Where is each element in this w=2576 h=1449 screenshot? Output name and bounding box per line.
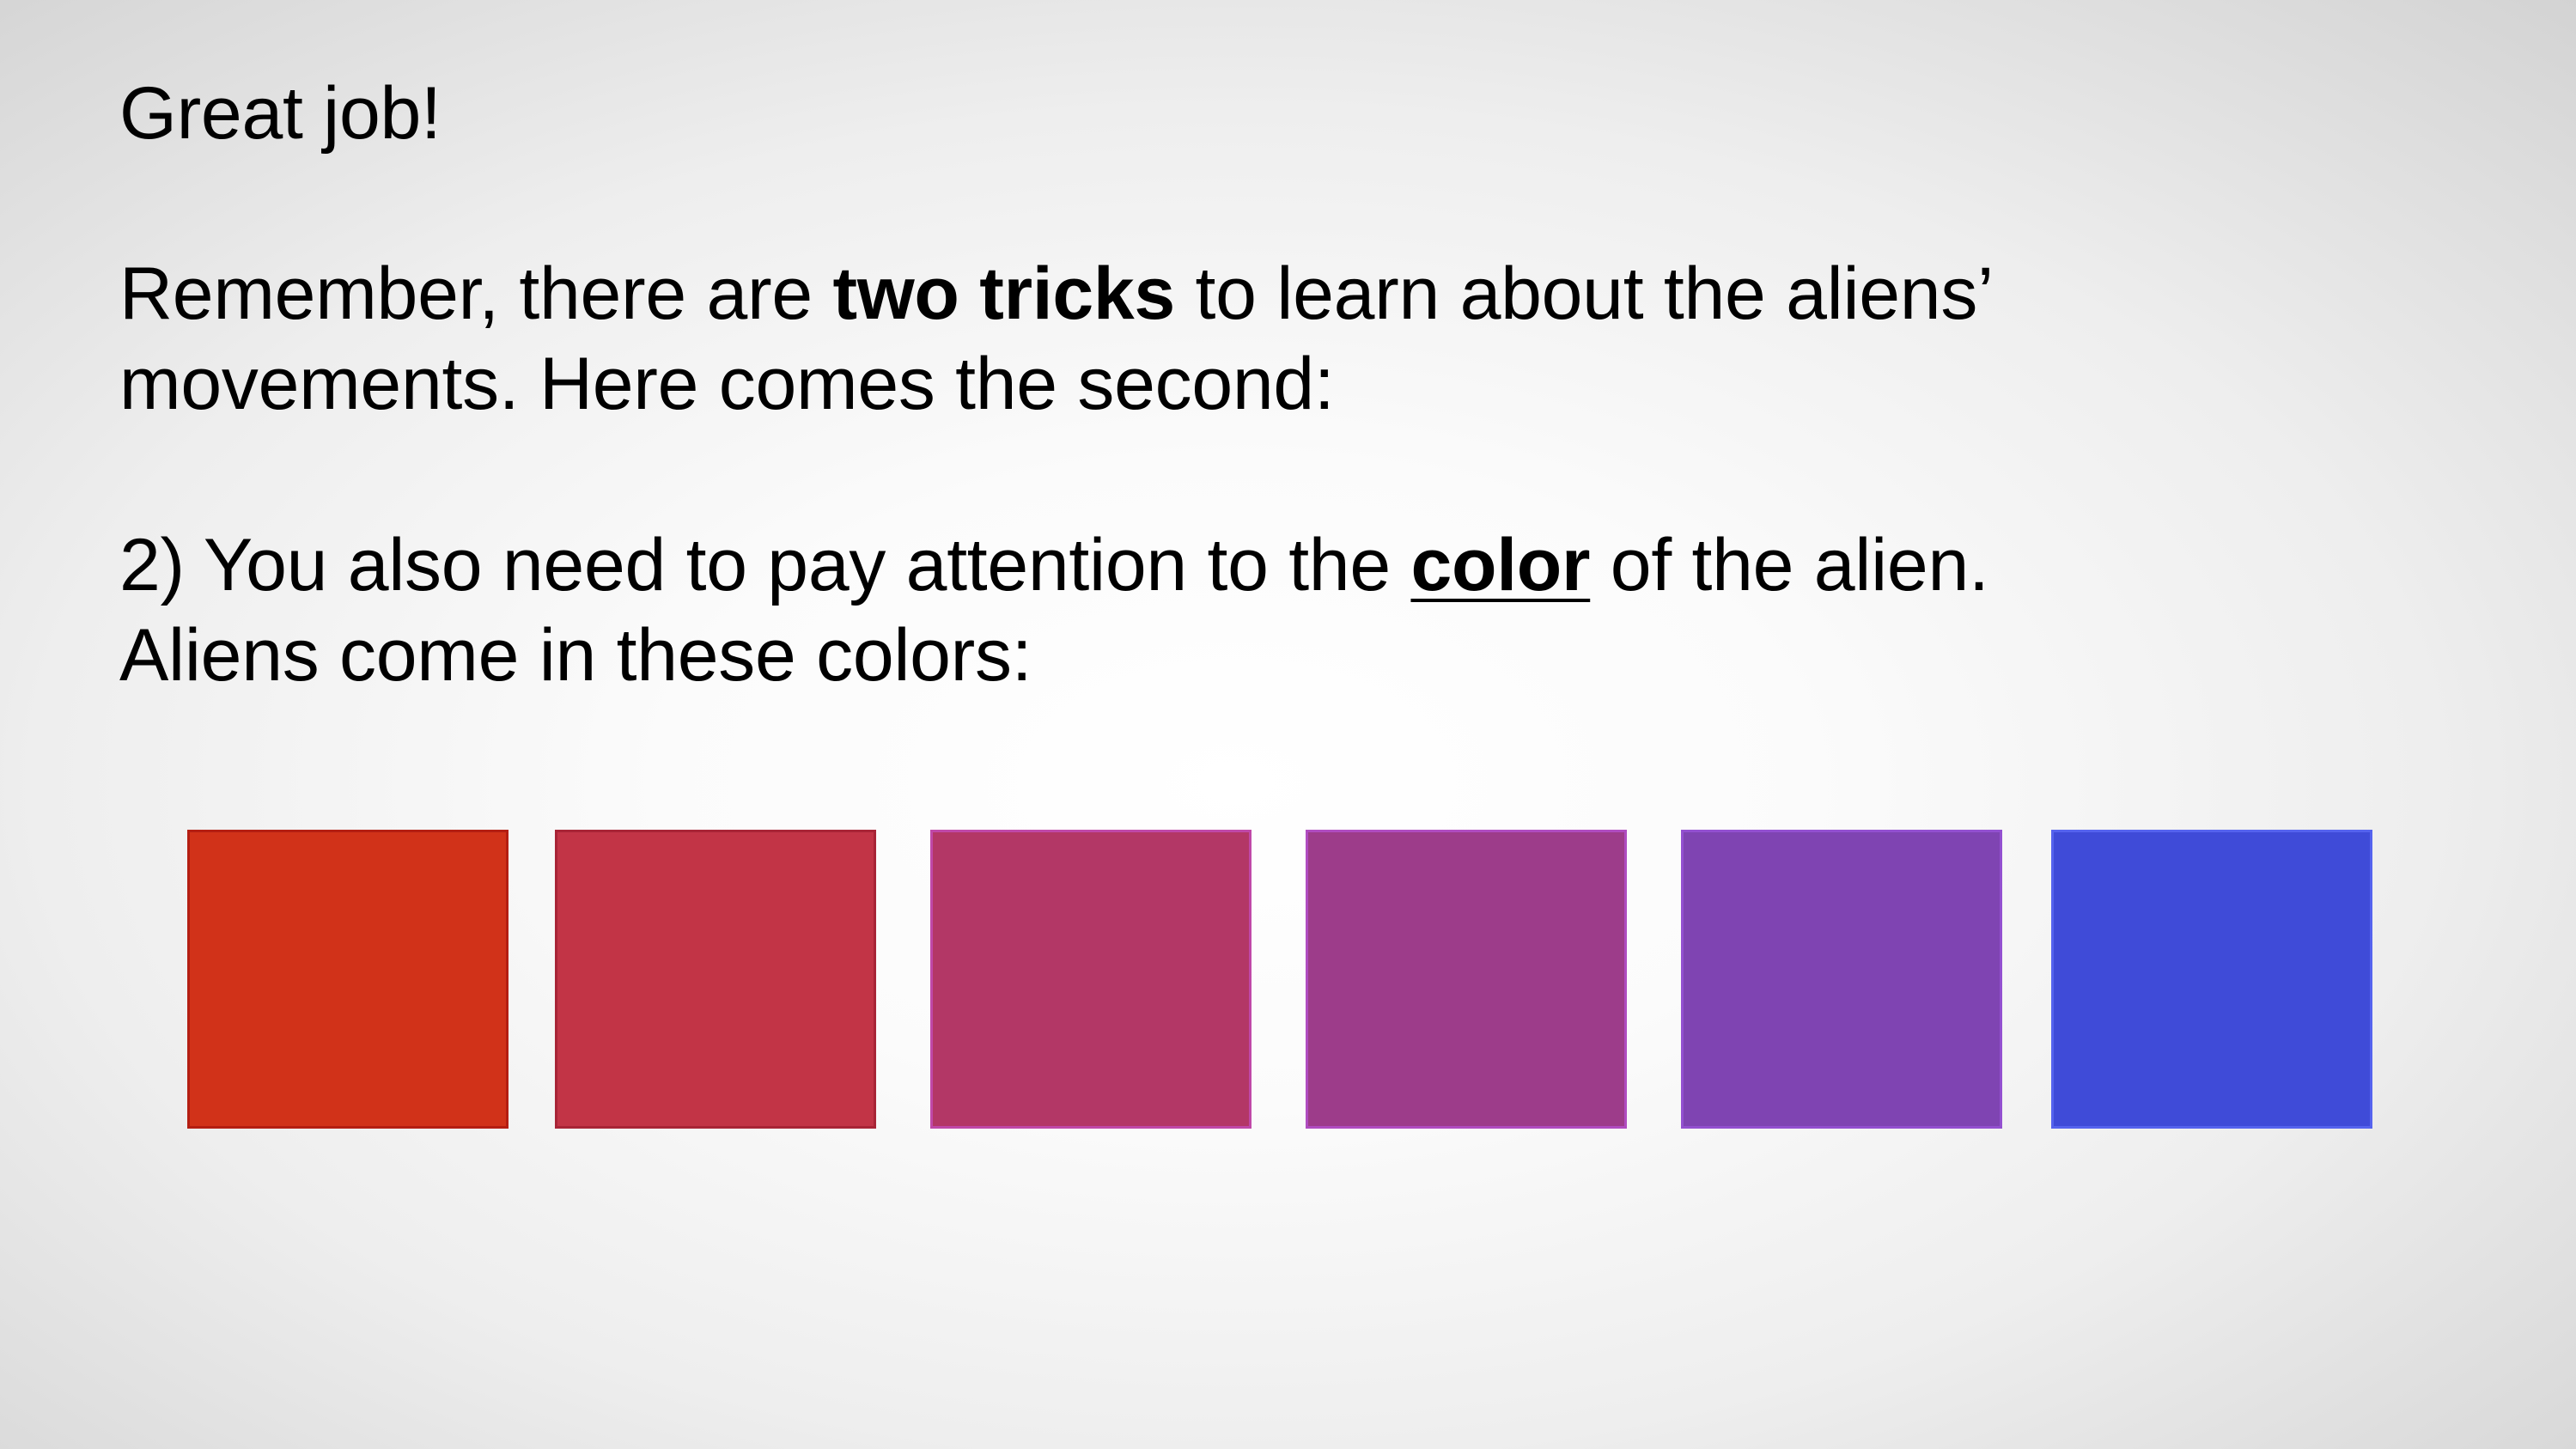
color-swatch-purple bbox=[1681, 830, 2002, 1129]
color-swatch-crimson bbox=[555, 830, 876, 1129]
color-swatch-red bbox=[187, 830, 509, 1129]
slide: Great job! Remember, there are two trick… bbox=[0, 0, 2576, 1449]
color-swatch-row bbox=[0, 0, 2576, 1449]
color-swatch-raspberry bbox=[930, 830, 1251, 1129]
color-swatch-blue bbox=[2051, 830, 2372, 1129]
color-swatch-magenta bbox=[1306, 830, 1627, 1129]
